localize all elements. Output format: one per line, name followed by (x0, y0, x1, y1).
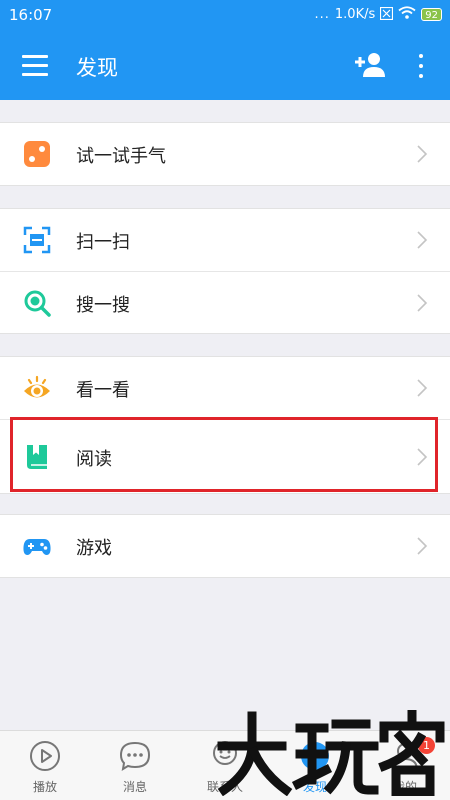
menu-item-look[interactable]: 看一看 (0, 357, 450, 419)
sim-off-icon (380, 6, 394, 23)
status-bar: 16:07 ... 1.0K/s 92 (0, 0, 450, 32)
network-speed: 1.0K/s (334, 7, 376, 22)
highlight-box (10, 417, 438, 492)
tab-play[interactable]: 播放 (0, 731, 90, 800)
eye-icon (24, 375, 50, 398)
scan-icon (23, 226, 51, 254)
page-title: 发现 (76, 56, 118, 80)
menu-group-2: 扫一扫 搜一搜 (0, 208, 450, 334)
gamepad-icon (23, 539, 51, 555)
app-bar: 发现 (0, 32, 450, 100)
status-indicators: ... 1.0K/s 92 (314, 6, 442, 23)
chevron-right-icon (417, 294, 428, 312)
menu-item-search[interactable]: 搜一搜 (0, 271, 450, 333)
search-icon (24, 290, 51, 317)
menu-item-games[interactable]: 游戏 (0, 515, 450, 577)
menu-item-label: 搜一搜 (76, 295, 130, 316)
chevron-right-icon (417, 145, 428, 163)
menu-item-label: 扫一扫 (76, 232, 130, 253)
menu-item-label: 游戏 (76, 538, 112, 559)
menu-group-4: 游戏 (0, 514, 450, 578)
play-icon (30, 741, 60, 771)
chevron-right-icon (417, 379, 428, 397)
menu-item-label: 看一看 (76, 380, 130, 401)
more-options-icon[interactable] (415, 52, 427, 80)
watermark-logo (217, 710, 445, 796)
menu-icon[interactable] (22, 53, 48, 77)
menu-item-scan[interactable]: 扫一扫 (0, 209, 450, 271)
tab-messages[interactable]: 消息 (90, 731, 180, 800)
menu-item-label: 试一试手气 (76, 146, 166, 167)
chevron-right-icon (417, 537, 428, 555)
chevron-right-icon (417, 231, 428, 249)
add-friend-icon[interactable] (354, 52, 386, 78)
status-dots: ... (314, 7, 330, 22)
wifi-icon (398, 6, 416, 23)
battery-indicator: 92 (421, 8, 442, 21)
tab-label: 播放 (32, 780, 57, 794)
tab-label: 消息 (122, 780, 147, 794)
menu-group-1: 试一试手气 (0, 122, 450, 186)
chat-icon (119, 741, 151, 771)
dice-icon (24, 141, 50, 167)
menu-item-try-luck[interactable]: 试一试手气 (0, 123, 450, 185)
status-time: 16:07 (9, 6, 53, 24)
